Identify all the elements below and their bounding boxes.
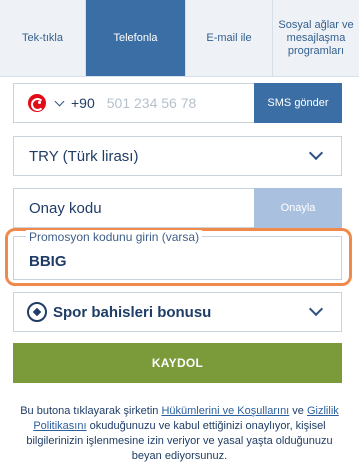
currency-value: TRY (Türk lirası) (29, 147, 139, 165)
register-button[interactable]: KAYDOL (13, 343, 342, 383)
promo-code-field[interactable]: Promosyon kodunu girin (varsa) BBIG (13, 230, 342, 280)
phone-input[interactable] (106, 95, 247, 111)
tab-phone[interactable]: Telefonla (86, 0, 186, 76)
tab-social[interactable]: Sosyal ağlar ve mesajlaşma programları (273, 0, 359, 76)
tab-one-click[interactable]: Tek-tıkla (0, 0, 86, 76)
promo-code-label: Promosyon kodunu girin (varsa) (26, 230, 203, 244)
tab-email[interactable]: E-mail ile (186, 0, 273, 76)
confirm-button[interactable]: Onayla (254, 188, 342, 228)
registration-tabs: Tek-tıkla Telefonla E-mail ile Sosyal ağ… (0, 0, 359, 77)
chevron-down-icon (308, 301, 324, 317)
terms-text-1: Bu butona tıklayarak şirketin (20, 405, 162, 417)
chevron-down-icon (308, 145, 324, 161)
bonus-label: Spor bahisleri bonusu (53, 303, 212, 321)
promo-code-value: BBIG (29, 253, 67, 270)
terms-text-2: ve (289, 405, 307, 417)
bonus-select[interactable]: Spor bahisleri bonusu (13, 292, 342, 332)
send-sms-button[interactable]: SMS gönder (254, 83, 342, 123)
soccer-ball-icon (27, 302, 47, 322)
terms-link[interactable]: Hükümlerini ve Koşullarını (161, 405, 289, 417)
phone-prefix: +90 (71, 95, 95, 111)
currency-select[interactable]: TRY (Türk lirası) (13, 136, 342, 176)
confirmation-code-row: Onay kodu Onayla (13, 188, 342, 228)
phone-row: +90 SMS gönder (13, 83, 342, 123)
terms-text: Bu butona tıklayarak şirketin Hükümlerin… (18, 404, 341, 464)
turkey-flag-icon[interactable] (28, 94, 46, 112)
chevron-down-icon[interactable] (54, 96, 65, 106)
